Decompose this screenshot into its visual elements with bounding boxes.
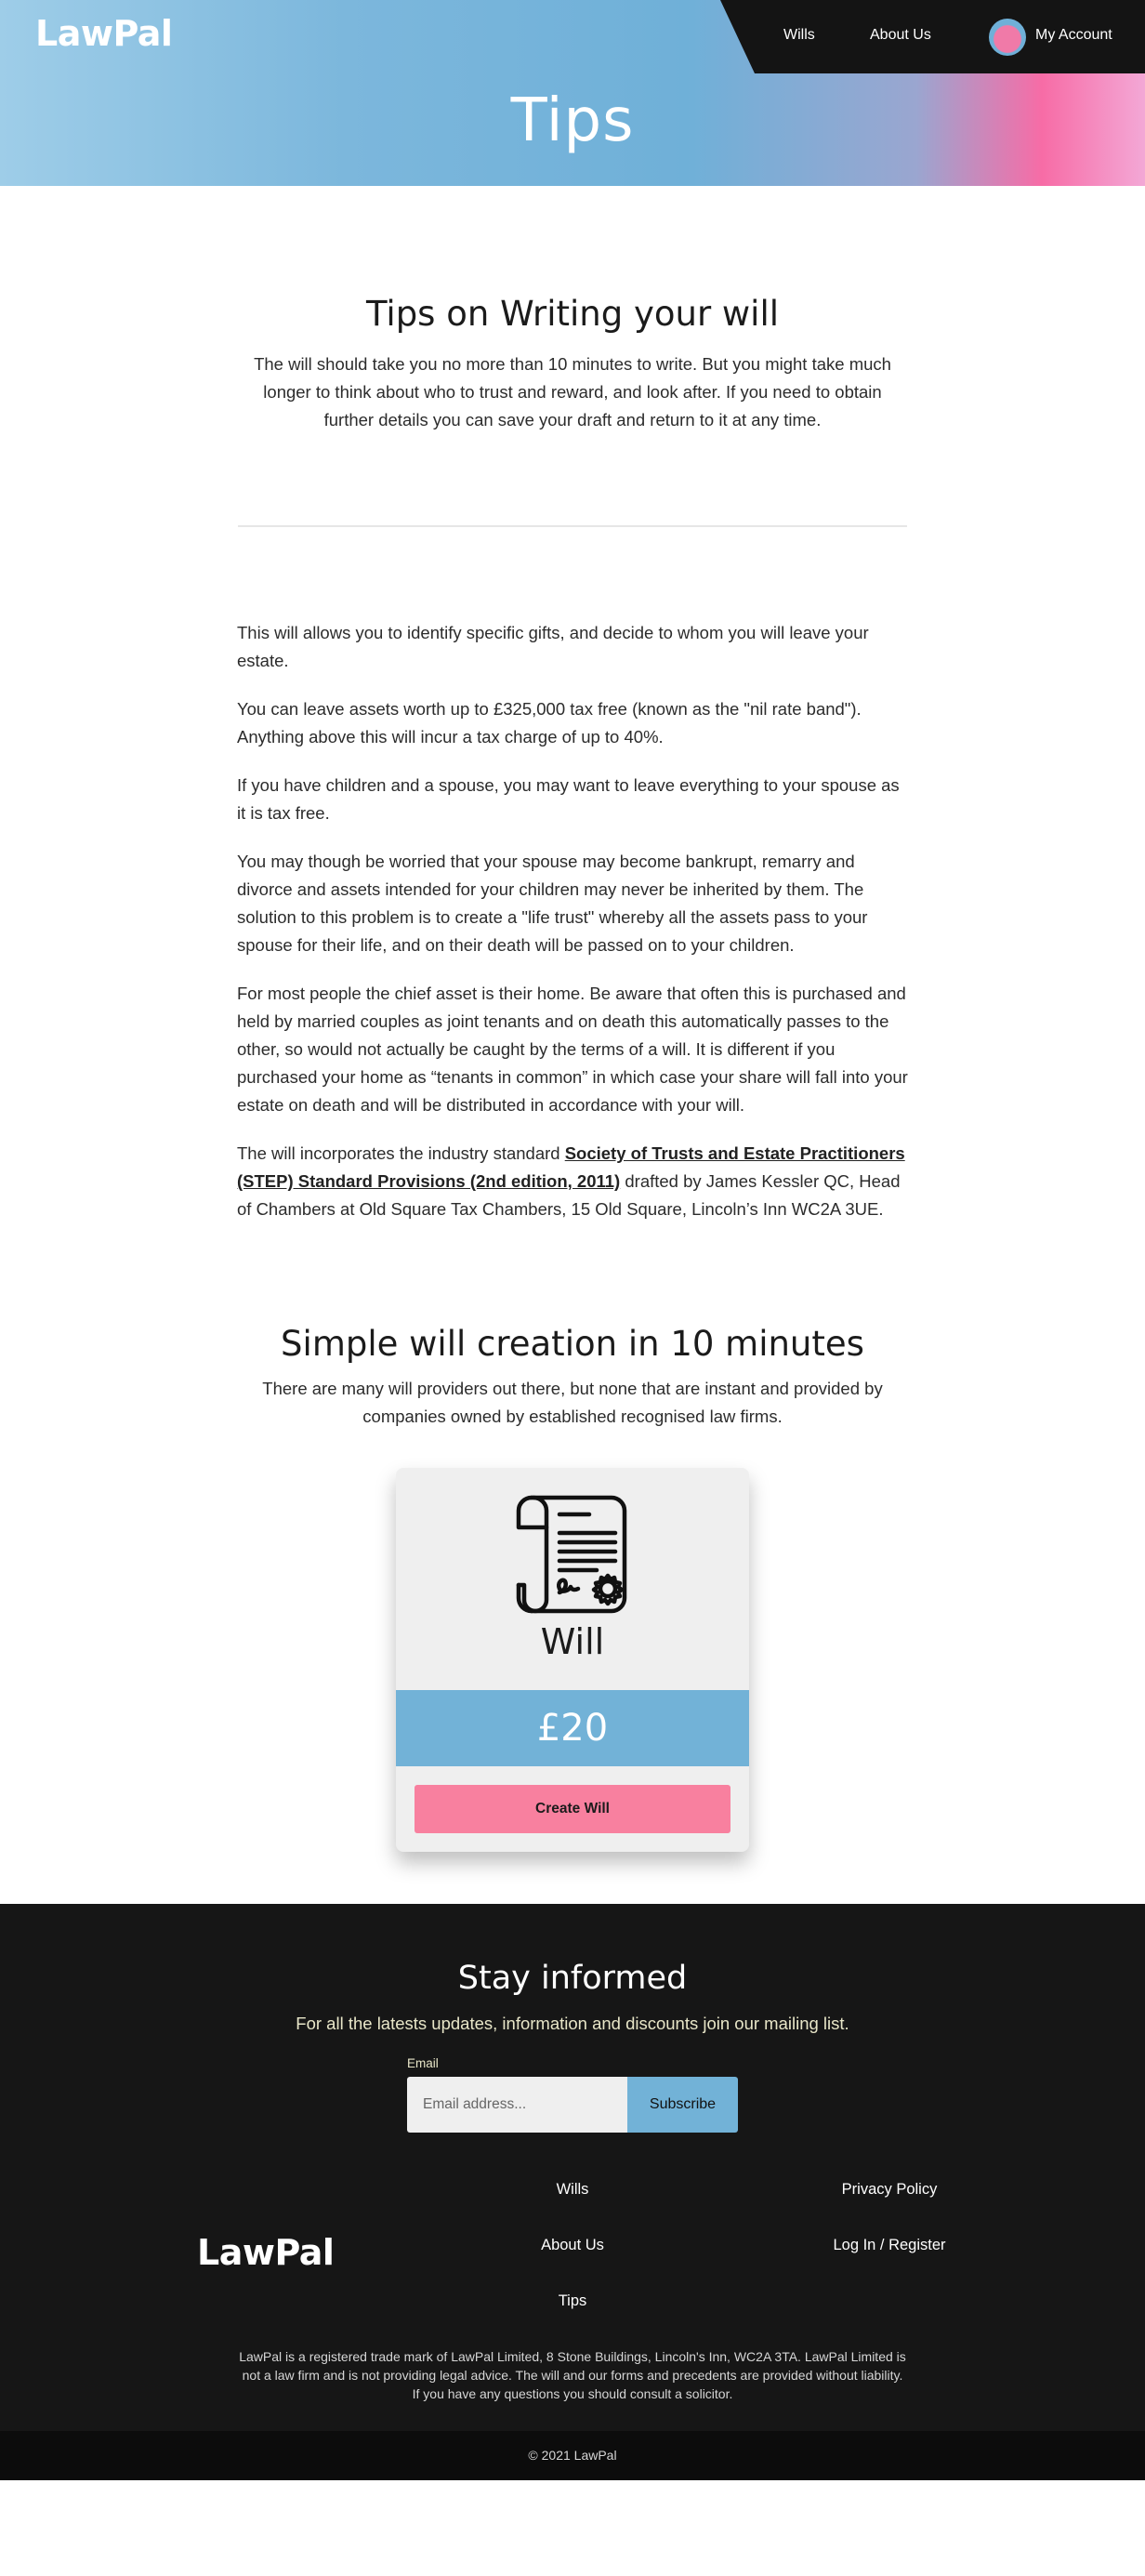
footer-navigation: LawPal Wills About Us Tips Privacy Polic… [0, 2181, 1145, 2367]
newsletter-section: Stay informed For all the latests update… [0, 1904, 1145, 2133]
will-scroll-icon [396, 1468, 749, 1619]
tip-paragraph: You may though be worried that your spou… [237, 852, 868, 955]
subscribe-button[interactable]: Subscribe [627, 2077, 738, 2133]
create-will-button[interactable]: Create Will [415, 1785, 730, 1833]
nav-link-about-us[interactable]: About Us [870, 27, 931, 44]
card-price: £20 [396, 1690, 749, 1766]
tips-content: This will allows you to identify specifi… [237, 619, 908, 1223]
page-footer: Stay informed For all the latests update… [0, 1904, 1145, 2480]
newsletter-form-row: Subscribe [407, 2077, 738, 2133]
will-product-card: Will £20 Create Will [396, 1468, 749, 1852]
footer-link-about-us[interactable]: About Us [541, 2237, 604, 2254]
footer-link-wills[interactable]: Wills [557, 2181, 589, 2199]
step-text-before: The will incorporates the industry stand… [237, 1143, 565, 1163]
footer-link-tips[interactable]: Tips [559, 2292, 587, 2310]
site-logo[interactable]: LawPal [35, 13, 173, 54]
page-header: LawPal Wills About Us My Account Tips [0, 0, 1145, 186]
email-input[interactable] [407, 2077, 627, 2133]
intro-heading: Tips on Writing your will [365, 294, 780, 334]
copyright: © 2021 LawPal [0, 2431, 1145, 2480]
footer-link-login-register[interactable]: Log In / Register [833, 2237, 945, 2254]
intro-text: The will should take you no more than 10… [254, 354, 891, 429]
simple-heading: Simple will creation in 10 minutes [281, 1324, 864, 1364]
section-divider [238, 525, 907, 527]
card-title: Will [540, 1621, 605, 1662]
tip-paragraph: For most people the chief asset is their… [237, 984, 908, 1115]
simple-text: There are many will providers out there,… [262, 1379, 883, 1426]
top-navbar: Wills About Us My Account [720, 0, 1145, 73]
page-title: Tips [510, 86, 635, 155]
newsletter-form: Email Subscribe [407, 2054, 738, 2133]
intro-section: Tips on Writing your will The will shoul… [0, 186, 1145, 527]
newsletter-heading: Stay informed [457, 1960, 688, 1997]
tip-paragraph-step: The will incorporates the industry stand… [237, 1140, 908, 1223]
card-footer: Create Will [396, 1766, 749, 1852]
avatar[interactable] [989, 19, 1026, 56]
newsletter-text: For all the latests updates, information… [296, 2014, 849, 2033]
tip-paragraph: You can leave assets worth up to £325,00… [237, 699, 862, 746]
nav-link-my-account[interactable]: My Account [1035, 27, 1112, 44]
footer-link-privacy-policy[interactable]: Privacy Policy [842, 2181, 938, 2199]
tip-paragraph: If you have children and a spouse, you m… [237, 775, 900, 823]
nav-link-wills[interactable]: Wills [783, 27, 815, 44]
simple-will-section: Simple will creation in 10 minutes There… [0, 1324, 1145, 1852]
tip-paragraph: This will allows you to identify specifi… [237, 623, 869, 670]
footer-logo[interactable]: LawPal [197, 2232, 335, 2273]
email-label: Email [407, 2056, 439, 2070]
